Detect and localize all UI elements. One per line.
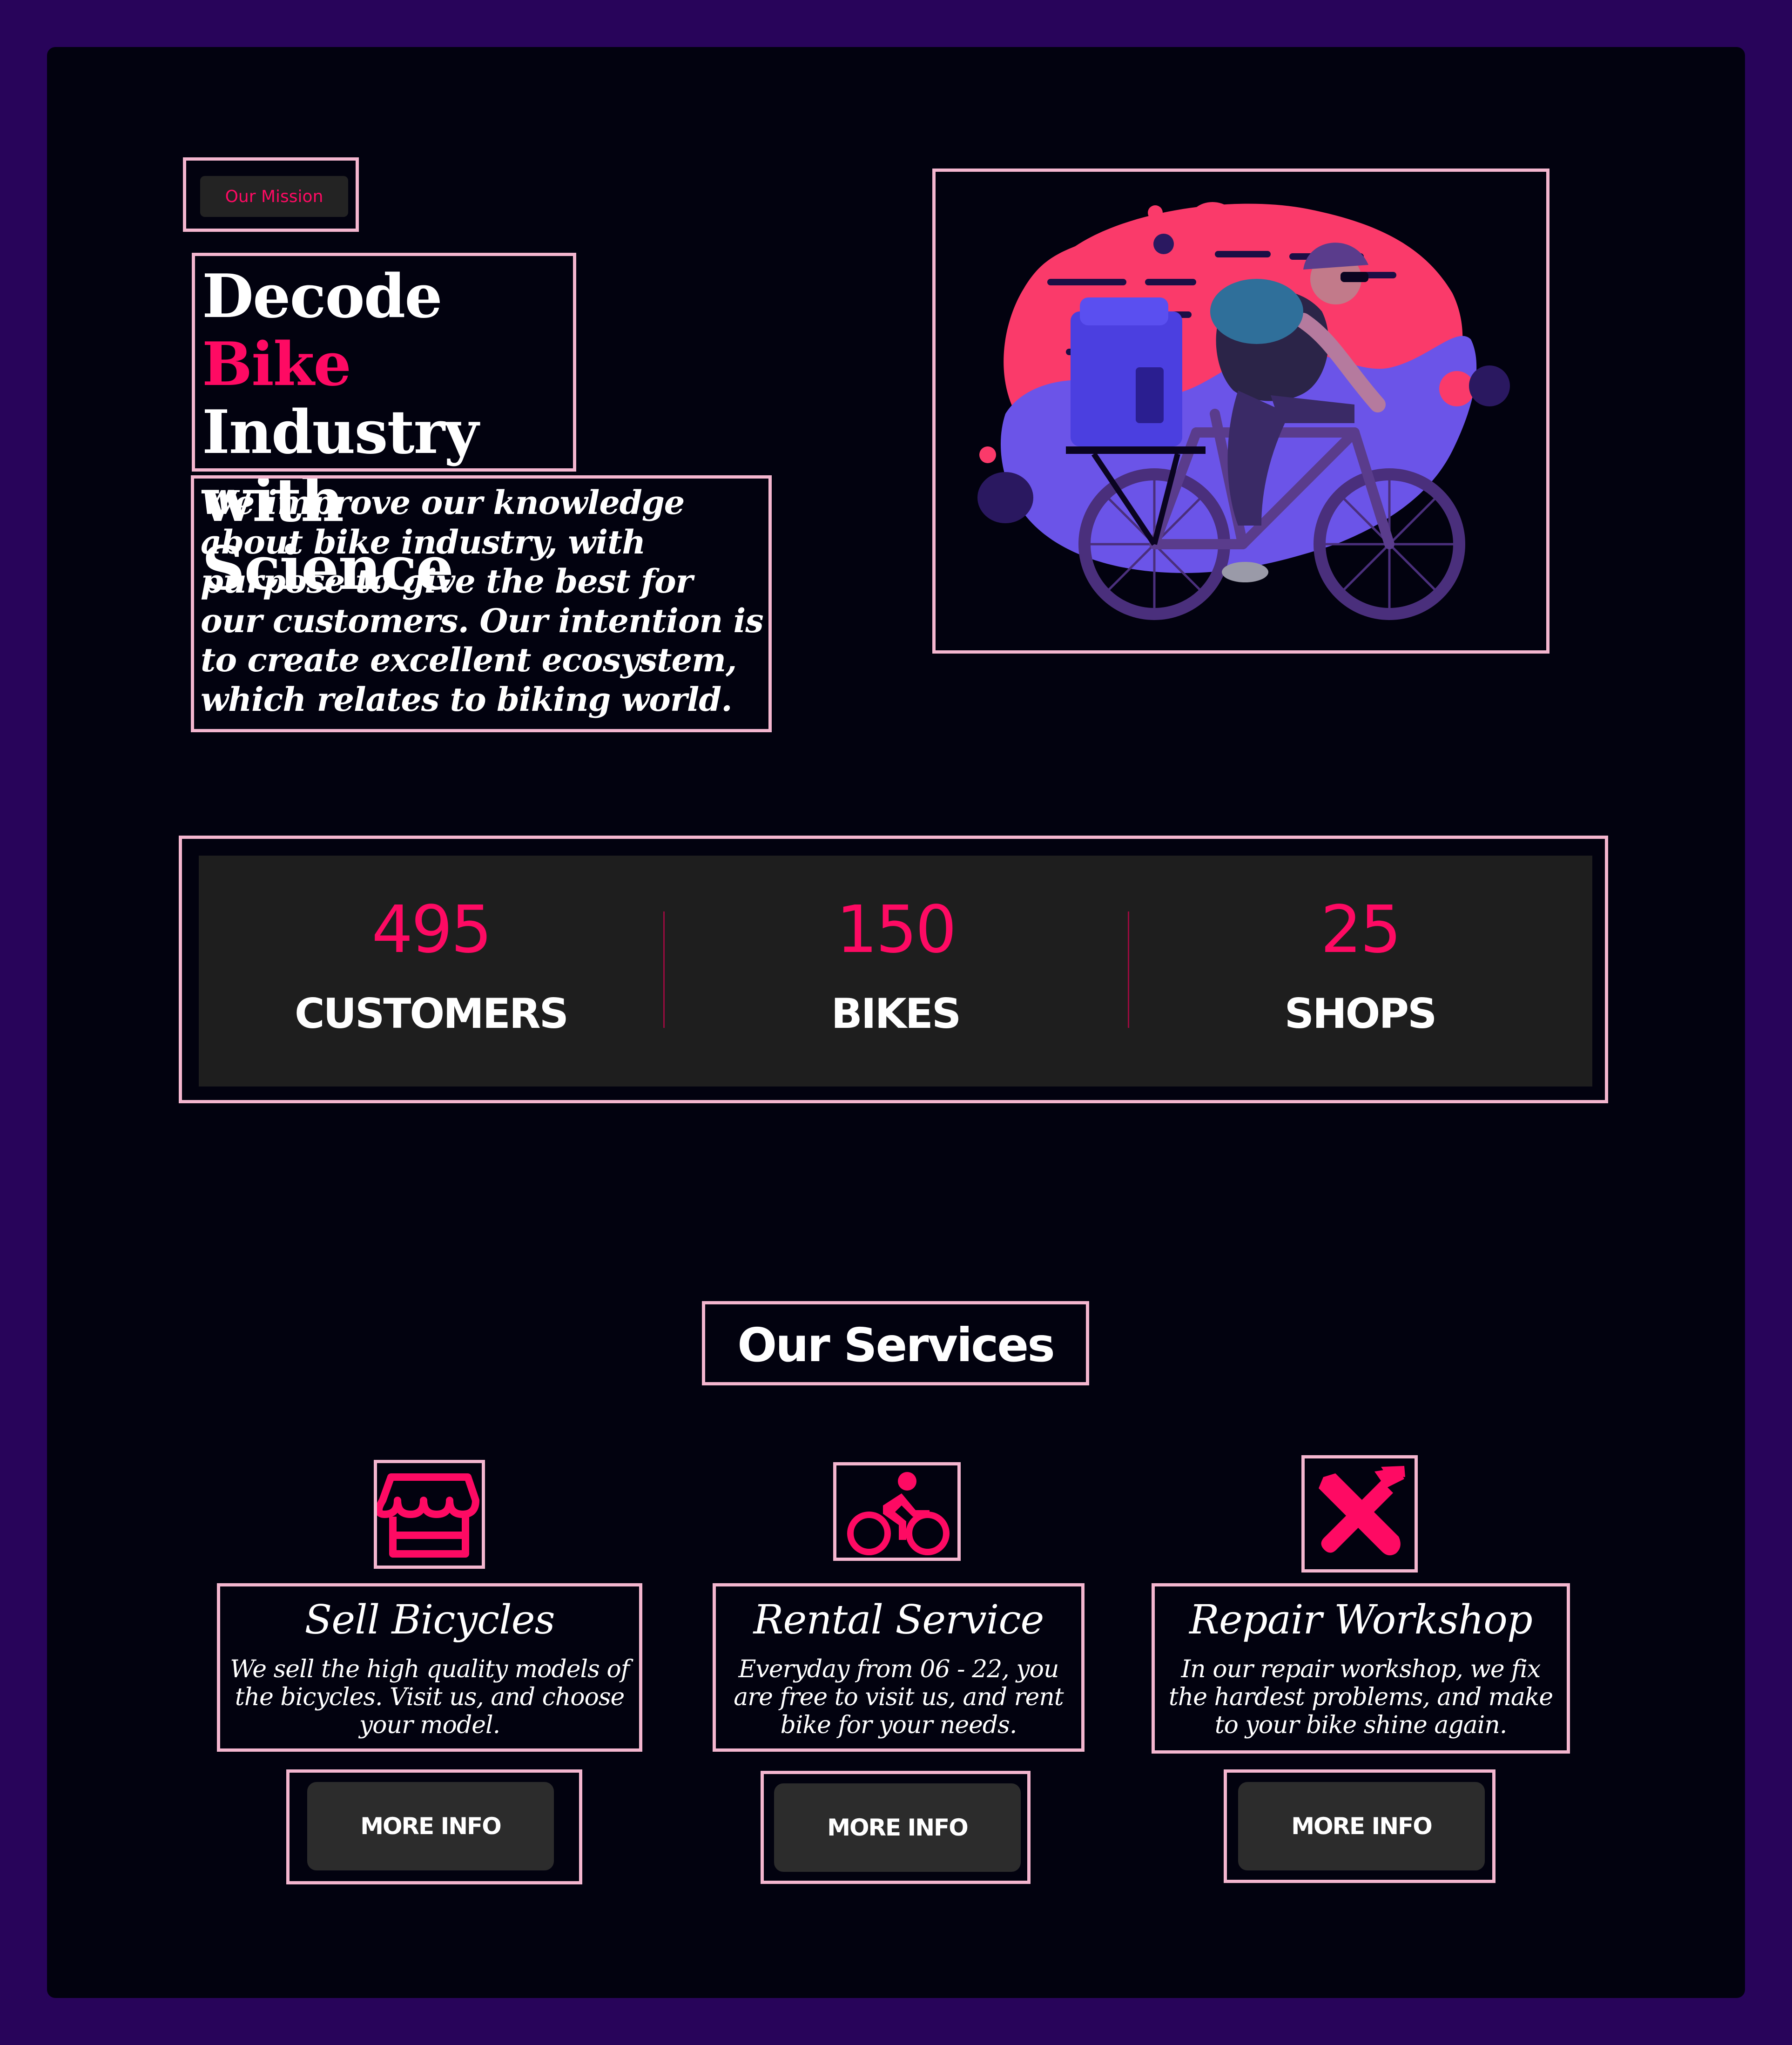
heading-highlight: Bike: [202, 330, 351, 399]
store-icon-frame: [374, 1460, 485, 1569]
more-info-button-rental[interactable]: MORE INFO: [774, 1783, 1021, 1872]
more-info-button-sell[interactable]: MORE INFO: [307, 1782, 554, 1870]
cyclist-illustration: [977, 202, 1510, 620]
mission-badge-frame: Our Mission: [183, 157, 359, 232]
stat-label: SHOPS: [1284, 990, 1437, 1038]
mission-description: We improve our knowledge about bike indu…: [201, 483, 764, 719]
stat-value: 25: [1320, 892, 1401, 968]
hero-heading-frame: Decode Bike Industry with Science: [192, 253, 576, 602]
stat-value: 495: [371, 892, 492, 968]
more-info-frame: MORE INFO: [286, 1769, 582, 1884]
stat-label: CUSTOMERS: [294, 990, 569, 1038]
services-title-frame: Our Services: [702, 1301, 1089, 1385]
service-description: Everyday from 06 - 22, you are free to v…: [734, 1655, 1064, 1739]
stat-value: 150: [836, 892, 957, 968]
biking-icon-frame: [833, 1462, 961, 1561]
stats-card: 495 CUSTOMERS 150 BIKES 25 SHOPS: [199, 856, 1592, 1087]
mission-description-frame: We improve our knowledge about bike indu…: [191, 475, 772, 732]
more-info-frame: MORE INFO: [761, 1771, 1031, 1884]
stat-shops: 25 SHOPS: [1128, 856, 1592, 1087]
heading-part1: Decode: [202, 262, 443, 331]
service-card-repair: Repair Workshop In our repair workshop, …: [1152, 1583, 1570, 1754]
mission-badge: Our Mission: [200, 176, 348, 217]
tools-icon-frame: [1301, 1455, 1418, 1573]
more-info-button-repair[interactable]: MORE INFO: [1238, 1782, 1485, 1870]
more-info-frame: MORE INFO: [1224, 1769, 1496, 1883]
service-card-sell: Sell Bicycles We sell the high quality m…: [217, 1583, 642, 1752]
hero-illustration-frame: [932, 169, 1549, 654]
service-title: Sell Bicycles: [304, 1597, 555, 1643]
service-card-rental: Rental Service Everyday from 06 - 22, yo…: [713, 1583, 1085, 1752]
stat-bikes: 150 BIKES: [663, 856, 1128, 1087]
service-title: Rental Service: [753, 1597, 1044, 1643]
service-description: In our repair workshop, we fix the harde…: [1168, 1655, 1553, 1739]
stat-customers: 495 CUSTOMERS: [199, 856, 663, 1087]
tools-icon: [1319, 1466, 1405, 1556]
stats-frame: 495 CUSTOMERS 150 BIKES 25 SHOPS: [179, 836, 1608, 1103]
stat-label: BIKES: [831, 990, 962, 1038]
store-icon: [377, 1473, 479, 1558]
services-title: Our Services: [737, 1318, 1055, 1372]
service-title: Repair Workshop: [1189, 1597, 1533, 1643]
biking-icon: [847, 1472, 950, 1555]
service-description: We sell the high quality models of the b…: [230, 1655, 630, 1739]
